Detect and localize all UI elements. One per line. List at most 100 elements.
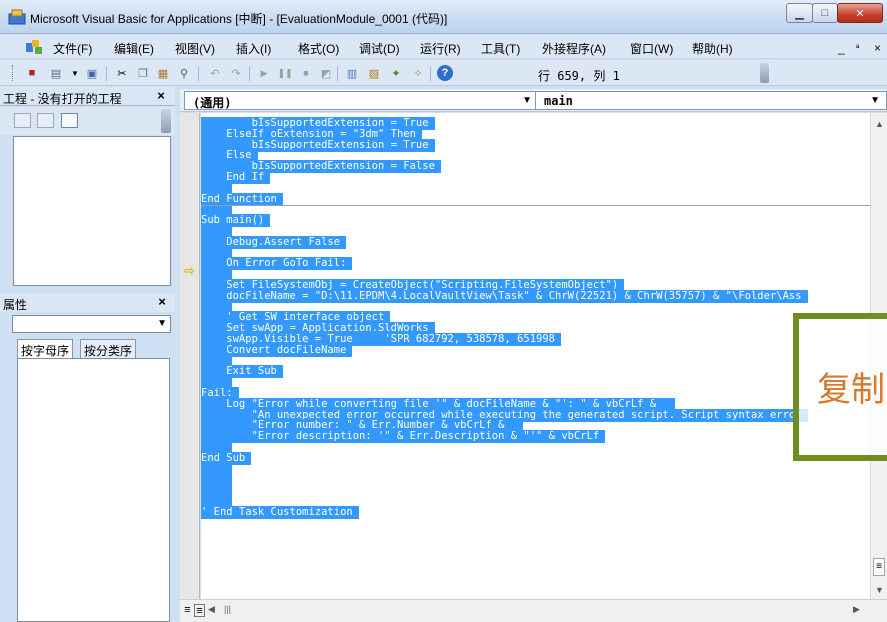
code-line[interactable]: "An unexpected error occurred while exec…: [201, 408, 870, 422]
code-line[interactable]: Set swApp = Application.SldWorks: [201, 322, 870, 336]
dropdown-arrow-icon[interactable]: ▼: [67, 65, 83, 81]
minimize-icon[interactable]: ▁: [786, 3, 813, 23]
scroll-down-icon[interactable]: ▼: [875, 585, 884, 595]
code-line[interactable]: On Error GoTo Fail:: [201, 257, 870, 271]
menu-help[interactable]: 帮助(H): [692, 40, 733, 57]
menu-format[interactable]: 格式(O): [298, 40, 339, 57]
project-close-icon[interactable]: ×: [153, 88, 169, 104]
code-line[interactable]: [201, 225, 870, 238]
code-line[interactable]: "Error number: " & Err.Number & vbCrLf &…: [201, 419, 870, 433]
paste-icon[interactable]: ▦: [155, 65, 171, 81]
properties-close-icon[interactable]: ×: [154, 294, 170, 310]
object-browser-icon[interactable]: ✦: [388, 65, 404, 81]
code-line[interactable]: [201, 462, 870, 476]
menu-tools[interactable]: 工具(T): [481, 40, 520, 57]
chevron-down-icon[interactable]: ▼: [157, 318, 167, 329]
mdi-minimize-icon[interactable]: _: [838, 41, 845, 55]
vba-window-icon[interactable]: [24, 39, 44, 55]
cut-icon[interactable]: ✂: [114, 65, 130, 81]
code-line[interactable]: bIsSupportedExtension = True: [201, 138, 870, 152]
code-line[interactable]: ' Get SW interface object: [201, 311, 870, 325]
code-line[interactable]: [201, 300, 870, 314]
undo-icon[interactable]: ↶: [207, 65, 223, 81]
code-line[interactable]: [201, 268, 870, 282]
insert-userform-icon[interactable]: ▤: [48, 65, 64, 81]
design-mode-icon[interactable]: ◩: [318, 65, 334, 81]
properties-window-icon[interactable]: ▨: [366, 65, 382, 81]
code-line[interactable]: bIsSupportedExtension = False: [201, 160, 870, 174]
break-icon[interactable]: ❚❚: [277, 65, 293, 81]
tab-categorized[interactable]: 按分类序: [80, 339, 137, 358]
code-line[interactable]: bIsSupportedExtension = True: [201, 117, 870, 130]
help-icon[interactable]: ?: [437, 65, 453, 81]
copy-overlay[interactable]: 复制: [793, 313, 887, 461]
code-line[interactable]: [201, 246, 870, 260]
menu-edit[interactable]: 编辑(E): [114, 40, 154, 57]
code-line[interactable]: [201, 376, 870, 390]
menu-run[interactable]: 运行(R): [420, 40, 461, 57]
code-line[interactable]: Exit Sub: [201, 365, 870, 379]
code-line[interactable]: ' End Task Customization: [201, 505, 870, 519]
toggle-folders-icon[interactable]: [61, 113, 78, 128]
excel-view-icon[interactable]: ■: [24, 65, 40, 81]
view-code-icon[interactable]: [14, 113, 31, 128]
maximize-icon[interactable]: □: [812, 3, 838, 23]
mdi-close-icon[interactable]: ×: [874, 41, 881, 55]
scroll-left-icon[interactable]: ◀: [208, 604, 215, 615]
chevron-down-icon[interactable]: ▼: [522, 95, 532, 106]
toolbar-options-icon[interactable]: [760, 63, 769, 83]
scroll-right-icon[interactable]: ▶: [853, 604, 860, 615]
code-line[interactable]: ElseIf oExtension = "3dm" Then: [201, 127, 870, 141]
chevron-down-icon[interactable]: ▼: [870, 95, 880, 106]
redo-icon[interactable]: ↷: [228, 65, 244, 81]
scroll-up-icon[interactable]: ▲: [875, 119, 884, 129]
project-explorer-icon[interactable]: ▥: [344, 65, 360, 81]
code-line[interactable]: Fail:: [201, 387, 870, 400]
properties-grid[interactable]: [17, 358, 170, 622]
run-icon[interactable]: ▶: [256, 65, 272, 81]
reset-icon[interactable]: ■: [298, 65, 314, 81]
toolbar-grip[interactable]: [12, 65, 15, 81]
code-margin[interactable]: ⇨: [180, 113, 200, 599]
toolbox-icon[interactable]: ✧: [410, 65, 426, 81]
code-line[interactable]: swApp.Visible = True 'SPR 682792, 538578…: [201, 333, 870, 346]
code-line[interactable]: Log "Error while converting file '" & do…: [201, 397, 870, 411]
find-icon[interactable]: ⚲: [176, 65, 192, 81]
object-combo[interactable]: (通用) ▼: [184, 91, 539, 110]
tab-alphabetic[interactable]: 按字母序: [17, 339, 74, 358]
code-line[interactable]: [201, 484, 870, 498]
copy-icon[interactable]: ❐: [135, 65, 151, 81]
code-editor[interactable]: bIsSupportedExtension = True ElseIf oExt…: [201, 113, 870, 599]
code-line[interactable]: Sub main(): [201, 214, 870, 228]
save-icon[interactable]: ▣: [84, 65, 100, 81]
code-line[interactable]: Set FileSystemObj = CreateObject("Script…: [201, 279, 870, 292]
code-line[interactable]: Debug.Assert False: [201, 235, 870, 249]
object-selector[interactable]: ▼: [12, 315, 171, 333]
procedure-combo[interactable]: main ▼: [535, 91, 887, 110]
horizontal-scroll-thumb[interactable]: |||: [224, 604, 231, 614]
close-icon[interactable]: ✕: [837, 3, 883, 23]
view-object-icon[interactable]: [37, 113, 54, 128]
code-line[interactable]: Else: [201, 149, 870, 163]
code-line[interactable]: [201, 441, 870, 454]
mdi-restore-icon[interactable]: ª: [856, 43, 859, 53]
procedure-view-icon[interactable]: ≡: [182, 604, 193, 617]
full-module-view-icon[interactable]: ≡: [194, 604, 205, 617]
split-bar-icon[interactable]: ≡: [873, 558, 885, 576]
code-line[interactable]: End Sub: [201, 451, 870, 465]
code-line[interactable]: "Error description: '" & Err.Description…: [201, 430, 870, 444]
menu-window[interactable]: 窗口(W): [630, 40, 673, 57]
pane-options-icon[interactable]: [161, 109, 171, 133]
code-line[interactable]: docFileName = "D:\11.EPDM\4.LocalVaultVi…: [201, 289, 870, 303]
code-line[interactable]: [201, 354, 870, 368]
menu-addins[interactable]: 外接程序(A): [542, 40, 606, 57]
code-line[interactable]: [201, 181, 870, 195]
code-line[interactable]: [201, 495, 870, 508]
menu-debug[interactable]: 调试(D): [359, 40, 400, 57]
code-line[interactable]: End Function: [201, 192, 870, 206]
project-tree[interactable]: [13, 136, 171, 286]
code-line[interactable]: Convert docFileName: [201, 343, 870, 357]
code-line[interactable]: [201, 473, 870, 487]
menu-file[interactable]: 文件(F): [53, 40, 92, 57]
code-line[interactable]: End If: [201, 171, 870, 184]
